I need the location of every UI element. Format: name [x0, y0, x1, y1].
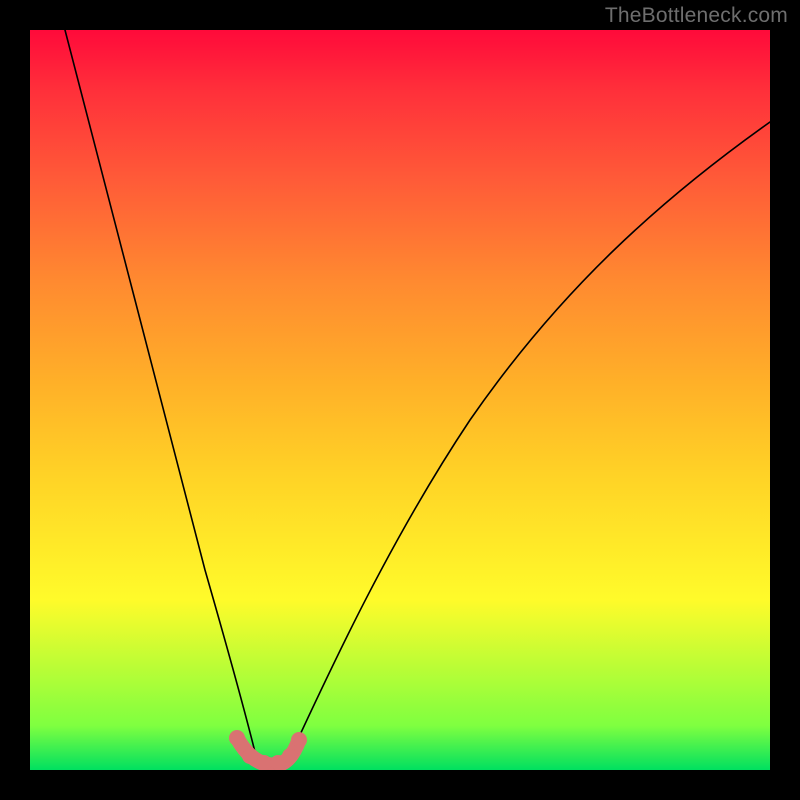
plot-area: [30, 30, 770, 770]
curve-left-branch: [65, 30, 255, 752]
bead-1: [230, 731, 245, 746]
curve-right-branch: [292, 122, 770, 752]
bead-3: [257, 756, 272, 771]
watermark-text: TheBottleneck.com: [605, 4, 788, 28]
bead-5: [283, 749, 298, 764]
bead-6: [292, 733, 307, 748]
chart-stage: TheBottleneck.com: [0, 0, 800, 800]
curve-layer: [30, 30, 770, 770]
bead-2: [243, 749, 258, 764]
